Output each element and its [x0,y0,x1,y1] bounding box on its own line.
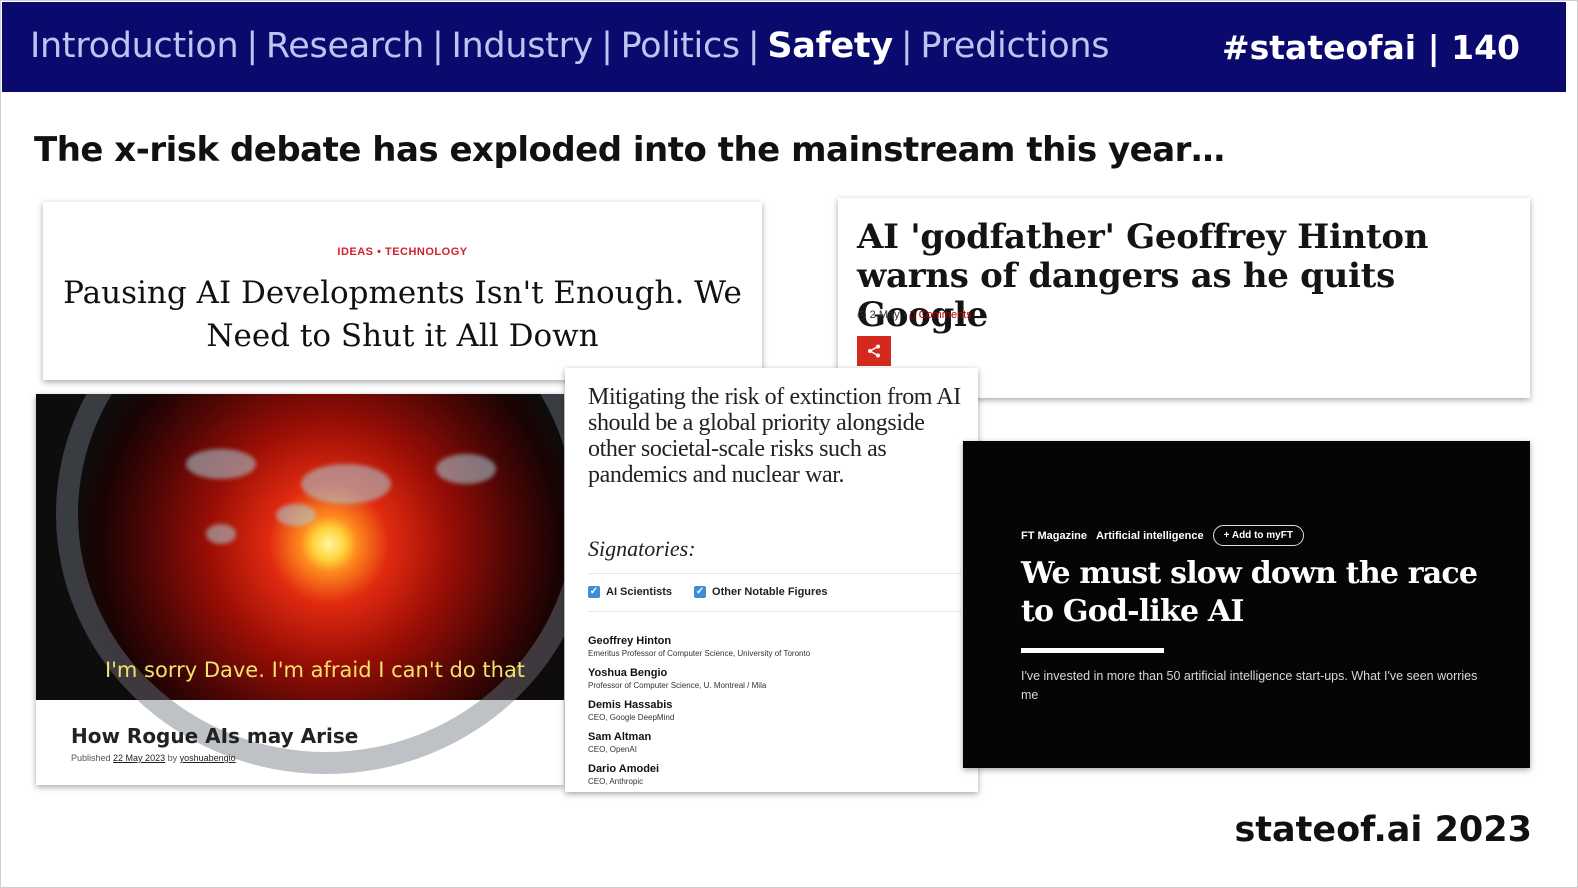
signatory-list: Geoffrey Hinton Emeritus Professor of Co… [588,634,810,792]
signatory-filters: ✓ AI Scientists ✓ Other Notable Figures [588,586,828,598]
hal-9000-image: I'm sorry Dave. I'm afraid I can't do th… [36,394,564,774]
nav-item-research[interactable]: Research [266,26,424,66]
share-icon [868,344,880,358]
nav-item-safety[interactable]: Safety [767,26,893,66]
comments-link[interactable]: Comments [919,309,972,321]
article-byline: Published 22 May 2023 by yoshuabengio [71,753,236,763]
nav-separator: | [601,26,613,66]
nav-item-predictions[interactable]: Predictions [920,26,1109,66]
filter-ai-scientists[interactable]: ✓ AI Scientists [588,586,672,598]
top-nav-bar: Introduction | Research | Industry | Politics |… [2,2,1566,92]
title-underline [1021,648,1164,653]
nav-separator: | [900,26,913,66]
list-item: Geoffrey Hinton Emeritus Professor of Co… [588,635,811,658]
clock-icon: ◷ [857,309,867,321]
ft-article-card[interactable]: FT Magazine Artificial intelligence + Ad… [963,441,1530,768]
nav-separator: | [747,26,760,66]
checkbox-checked-icon[interactable]: ✓ [694,586,707,598]
rogue-ais-article-card[interactable]: I'm sorry Dave. I'm afraid I can't do th… [36,394,564,785]
section-link[interactable]: FT Magazine [1021,530,1087,542]
movie-quote-caption: I'm sorry Dave. I'm afraid I can't do th… [104,658,526,682]
slide-headline: The x-risk debate has exploded into the … [34,130,1225,170]
filter-other-notable-figures[interactable]: ✓ Other Notable Figures [694,586,828,598]
list-item: Sam Altman CEO, OpenAI [588,731,652,754]
list-item: Dario Amodei CEO, Anthropic [588,763,660,786]
section-nav: Introduction | Research | Industry | Politics |… [30,26,1110,66]
topic-link[interactable]: Artificial intelligence [1096,530,1204,542]
slide-tag: #stateofai | 140 [1221,28,1520,67]
article-tags: FT Magazine Artificial intelligence + Ad… [1021,525,1304,546]
article-title[interactable]: How Rogue AIs may Arise [71,724,358,748]
add-to-myft-button[interactable]: + Add to myFT [1212,525,1304,546]
published-date-link[interactable]: 22 May 2023 [113,753,165,763]
signatories-heading: Signatories: [588,536,696,561]
author-link[interactable]: yoshuabengio [180,753,236,763]
time-article-card[interactable]: IDEAS • TECHNOLOGY Pausing AI Developmen… [43,202,762,380]
article-meta: ◷ 2 May · ▯ Comments [857,309,972,321]
nav-item-politics[interactable]: Politics [621,26,741,66]
comment-icon: ▯ [909,309,916,321]
nav-separator: | [246,26,258,66]
slide-footer: stateof.ai 2023 [1234,810,1532,850]
checkbox-checked-icon[interactable]: ✓ [588,586,600,598]
cais-statement-card: Mitigating the risk of extinction from A… [565,368,978,792]
article-standfirst: I've invested in more than 50 artificial… [1021,669,1478,702]
nav-separator: | [432,26,444,66]
nav-item-industry[interactable]: Industry [452,26,594,66]
article-date: 2 May [869,309,900,321]
extinction-risk-statement: Mitigating the risk of extinction from A… [588,384,961,488]
nav-item-introduction[interactable]: Introduction [30,26,239,66]
article-kicker: IDEAS • TECHNOLOGY [337,246,468,258]
list-item: Demis Hassabis CEO, Google DeepMind [588,699,675,722]
article-title: We must slow down the race to God-like A… [1021,556,1478,629]
article-title: Pausing AI Developments Isn't Enough. We… [63,275,742,354]
share-button[interactable] [857,336,891,366]
list-item: Yoshua Bengio Professor of Computer Scie… [588,667,767,690]
